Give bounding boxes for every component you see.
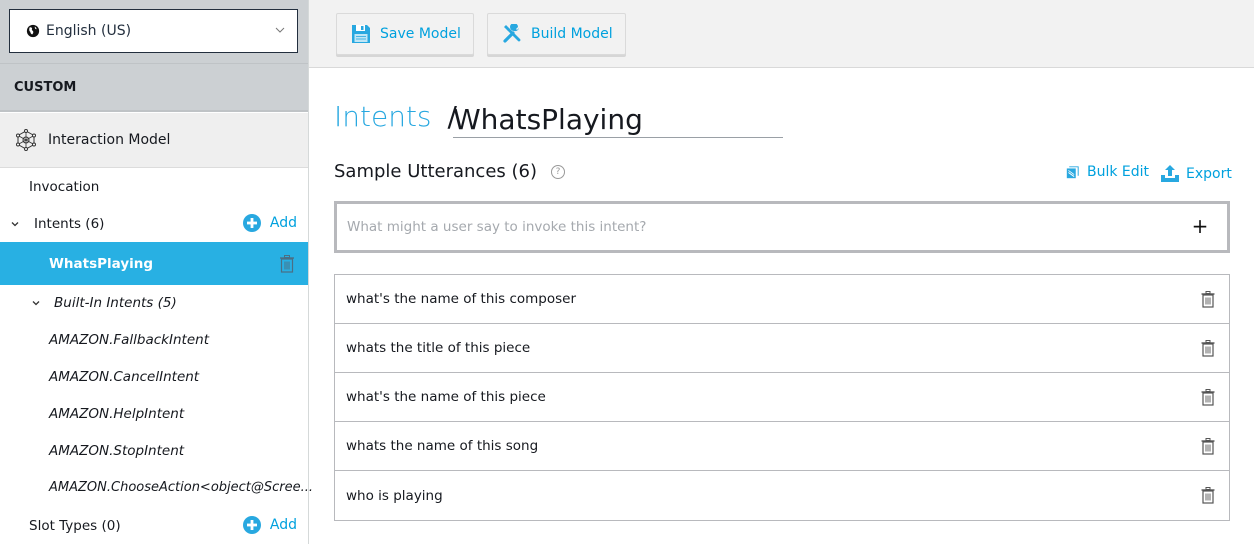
save-model-button[interactable]: Save Model xyxy=(336,13,474,55)
builtin-intent-label: AMAZON.ChooseAction<object@Scree... xyxy=(49,480,314,495)
bulk-edit-label: Bulk Edit xyxy=(1087,164,1150,180)
upload-icon xyxy=(1161,165,1179,182)
invocation-label: Invocation xyxy=(29,178,100,195)
utterance-text: what's the name of this piece xyxy=(346,389,546,405)
floppy-disk-icon xyxy=(352,25,370,43)
utterance-input-box: + xyxy=(334,201,1230,253)
sidebar-item-builtin-intent[interactable]: AMAZON.FallbackIntent xyxy=(0,321,308,358)
trash-icon[interactable] xyxy=(1201,340,1215,357)
sample-utterances-header: Sample Utterances (6) ? xyxy=(334,161,565,182)
network-icon xyxy=(16,129,36,151)
trash-icon[interactable] xyxy=(1201,291,1215,308)
utterance-row[interactable]: what's the name of this piece xyxy=(335,373,1229,422)
sidebar-item-builtin-intent[interactable]: AMAZON.HelpIntent xyxy=(0,395,308,432)
help-icon[interactable]: ? xyxy=(550,164,565,179)
sidebar-item-invocation[interactable]: Invocation xyxy=(0,168,308,205)
section-title: CUSTOM xyxy=(0,63,308,112)
trash-icon[interactable] xyxy=(1201,487,1215,504)
builtin-intent-label: AMAZON.HelpIntent xyxy=(49,405,185,422)
builtin-intent-label: AMAZON.FallbackIntent xyxy=(49,331,209,348)
sidebar-item-builtin-intent[interactable]: AMAZON.CancelIntent xyxy=(0,358,308,395)
sidebar-item-intents[interactable]: Intents (6) Add xyxy=(0,205,308,242)
chevron-down-icon xyxy=(275,27,285,33)
sidebar-item-interaction-model[interactable]: Interaction Model xyxy=(0,113,308,168)
bulk-edit-link[interactable]: Bulk Edit xyxy=(1066,164,1149,180)
chevron-down-icon[interactable] xyxy=(31,298,41,308)
interaction-model-label: Interaction Model xyxy=(48,132,171,148)
breadcrumb: Intents / xyxy=(334,100,465,140)
trash-icon[interactable] xyxy=(279,255,295,273)
builtin-intent-label: AMAZON.StopIntent xyxy=(49,442,185,459)
export-label: Export xyxy=(1186,166,1232,182)
utterance-text: what's the name of this composer xyxy=(346,291,577,307)
utterance-row[interactable]: whats the title of this piece xyxy=(335,324,1229,373)
sidebar-item-builtin-intent[interactable]: AMAZON.StopIntent xyxy=(0,432,308,469)
sidebar-item-whatsplaying[interactable]: WhatsPlaying xyxy=(0,242,308,285)
utterance-text: who is playing xyxy=(346,487,443,504)
export-link[interactable]: Export xyxy=(1160,164,1232,184)
utterance-row[interactable]: what's the name of this composer xyxy=(335,275,1229,324)
utterance-input[interactable] xyxy=(347,204,1167,250)
selected-intent-label: WhatsPlaying xyxy=(49,255,154,272)
sidebar-item-builtin-intents[interactable]: Built-In Intents (5) xyxy=(0,284,308,321)
language-area: English (US) xyxy=(0,0,308,63)
builtin-intent-label: AMAZON.CancelIntent xyxy=(49,368,200,385)
sidebar: English (US) CUSTOM Interaction Model In… xyxy=(0,0,313,544)
language-value: English (US) xyxy=(46,23,132,39)
sample-utterances-title: Sample Utterances (6) xyxy=(334,161,537,182)
utterance-row[interactable]: who is playing xyxy=(335,471,1229,520)
save-model-label: Save Model xyxy=(380,26,461,42)
sidebar-item-builtin-intent[interactable]: AMAZON.ChooseAction<object@Scree... xyxy=(0,469,313,506)
add-slot-type-button[interactable]: Add xyxy=(242,516,297,534)
add-utterance-button[interactable]: + xyxy=(1191,216,1209,236)
plus-circle-icon xyxy=(242,214,261,232)
intent-name-input[interactable] xyxy=(453,101,783,138)
trash-icon[interactable] xyxy=(1201,389,1215,406)
wrench-screwdriver-icon xyxy=(503,24,521,43)
breadcrumb-intents-link[interactable]: Intents xyxy=(334,100,432,133)
chevron-down-icon[interactable] xyxy=(10,219,20,229)
sidebar-item-slot-types[interactable]: Slot Types (0) Add xyxy=(0,507,308,544)
utterance-text: whats the name of this song xyxy=(346,438,539,454)
utterance-row[interactable]: whats the name of this song xyxy=(335,422,1229,471)
add-intent-label: Add xyxy=(269,215,297,231)
build-model-button[interactable]: Build Model xyxy=(487,13,626,55)
slot-types-label: Slot Types (0) xyxy=(29,517,121,534)
builtin-intents-label: Built-In Intents (5) xyxy=(54,294,177,311)
add-intent-button[interactable]: Add xyxy=(242,214,297,232)
trash-icon[interactable] xyxy=(1201,438,1215,455)
intents-label: Intents (6) xyxy=(34,215,105,232)
language-select[interactable]: English (US) xyxy=(9,9,298,53)
utterance-list: what's the name of this composer whats t… xyxy=(334,274,1230,521)
globe-icon xyxy=(26,24,40,38)
add-slot-type-label: Add xyxy=(269,517,297,533)
utterance-text: whats the title of this piece xyxy=(346,340,531,356)
plus-circle-icon xyxy=(242,516,261,534)
bulk-edit-icon xyxy=(1066,165,1079,178)
toolbar: Save Model Build Model xyxy=(309,0,1254,68)
build-model-label: Build Model xyxy=(531,26,613,42)
